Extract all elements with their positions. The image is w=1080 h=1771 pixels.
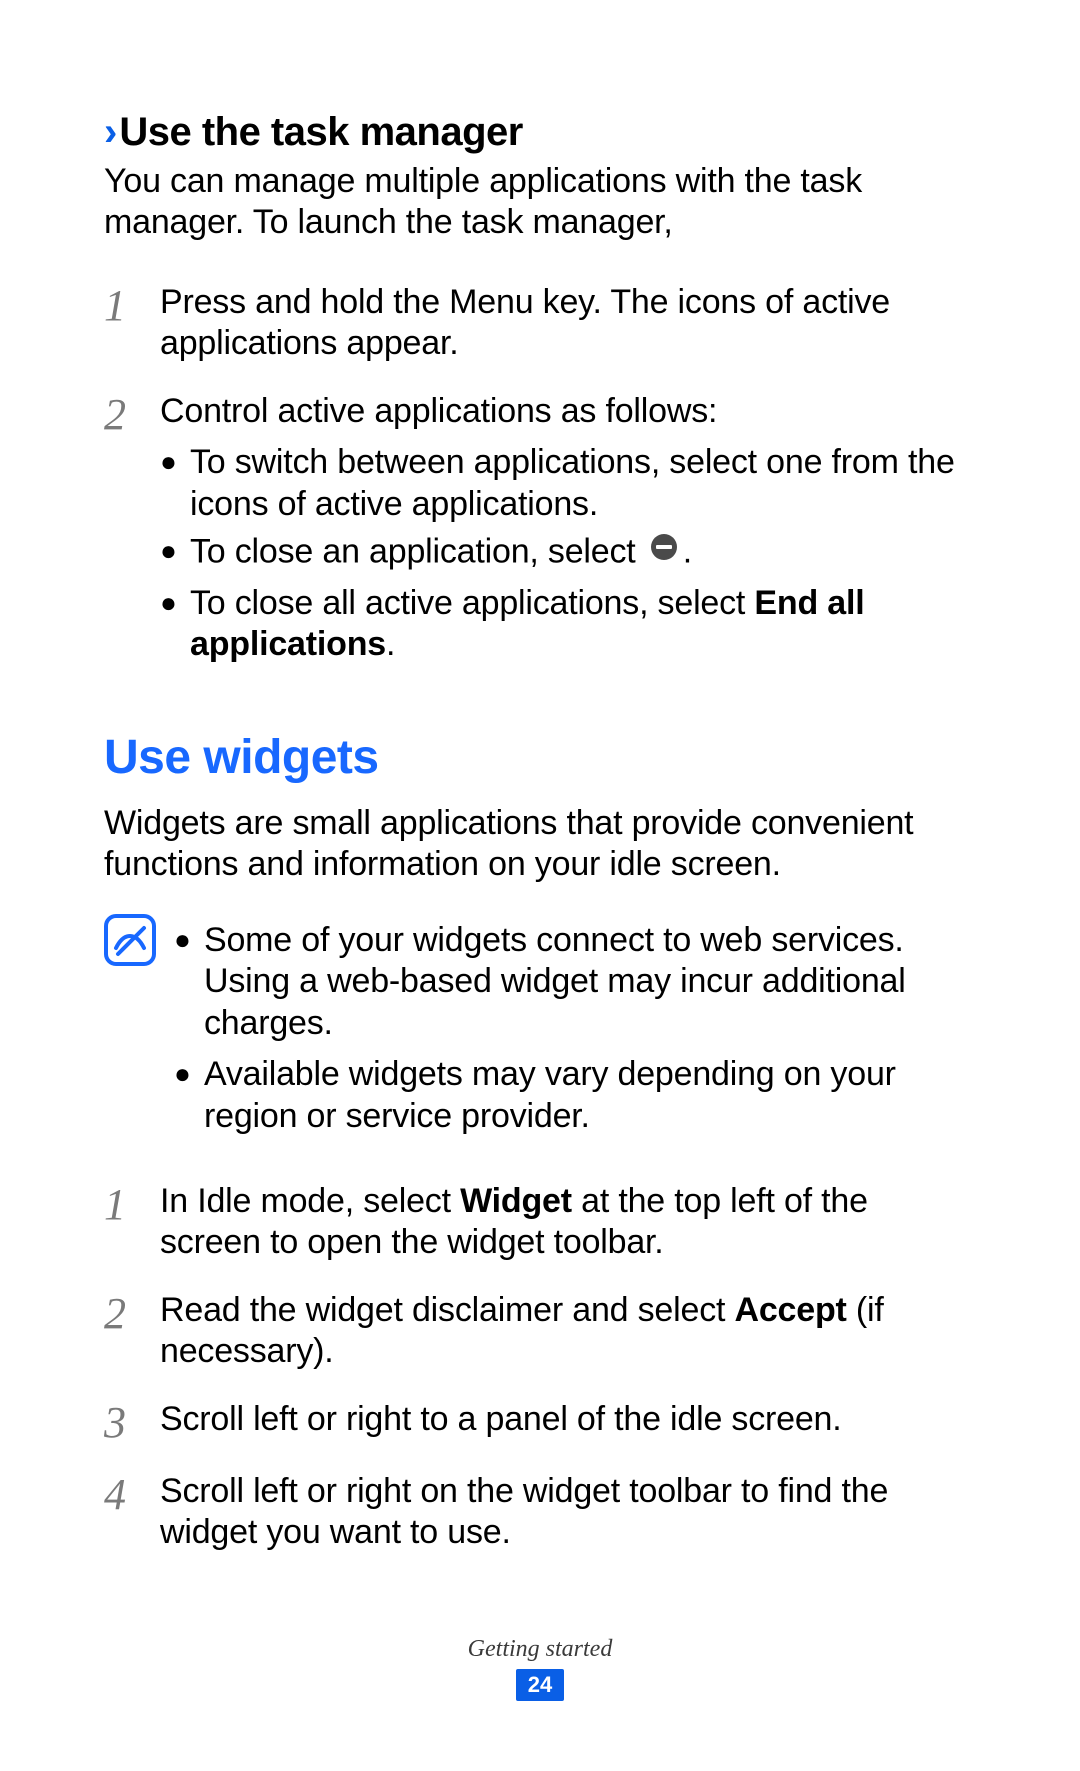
step-item: 1 In Idle mode, select Widget at the top… [104, 1181, 976, 1264]
footer-section-label: Getting started [0, 1636, 1080, 1663]
bullet-marker: ● [160, 531, 190, 572]
step-lead: Control active applications as follows: [160, 392, 717, 430]
bullet-item: ● Some of your widgets connect to web se… [174, 920, 976, 1044]
step-number: 3 [104, 1399, 160, 1445]
step-number: 2 [104, 391, 160, 437]
bullet-marker: ● [174, 1054, 204, 1095]
bullet-text-pre: To close an application, select [190, 533, 645, 571]
note-icon [104, 914, 160, 971]
subsection-title: Use the task manager [119, 110, 523, 154]
note-bullets: ● Some of your widgets connect to web se… [174, 914, 976, 1137]
step-item: 2 Control active applications as follows… [104, 391, 976, 666]
bullet-item: ● To close all active applications, sele… [160, 583, 976, 666]
bullet-text-post: . [386, 625, 395, 663]
step-item: 3 Scroll left or right to a panel of the… [104, 1399, 976, 1445]
step-item: 1 Press and hold the Menu key. The icons… [104, 282, 976, 365]
page-footer: Getting started 24 [0, 1636, 1080, 1701]
note-block: ● Some of your widgets connect to web se… [104, 914, 976, 1137]
step-text-pre: Read the widget disclaimer and select [160, 1291, 734, 1329]
step-number: 1 [104, 1181, 160, 1227]
step-item: 4 Scroll left or right on the widget too… [104, 1471, 976, 1554]
bullet-item: ● Available widgets may vary depending o… [174, 1054, 976, 1137]
subsection-heading: ›Use the task manager [104, 110, 976, 155]
bold-text: Accept [734, 1291, 846, 1329]
steps-list: 1 Press and hold the Menu key. The icons… [104, 282, 976, 666]
steps-list: 1 In Idle mode, select Widget at the top… [104, 1181, 976, 1554]
step-text: In Idle mode, select Widget at the top l… [160, 1181, 976, 1264]
chevron-icon: › [104, 110, 117, 154]
page-number-badge: 24 [516, 1669, 564, 1701]
step-body: Control active applications as follows: … [160, 391, 976, 666]
bullet-marker: ● [174, 920, 204, 961]
bullet-text: Some of your widgets connect to web serv… [204, 920, 976, 1044]
step-text: Read the widget disclaimer and select Ac… [160, 1290, 976, 1373]
intro-paragraph: You can manage multiple applications wit… [104, 161, 976, 244]
step-item: 2 Read the widget disclaimer and select … [104, 1290, 976, 1373]
bullet-item: ● To switch between applications, select… [160, 442, 976, 525]
step-text-pre: In Idle mode, select [160, 1182, 460, 1220]
bullet-item: ● To close an application, select . [160, 531, 976, 576]
step-text: Scroll left or right on the widget toolb… [160, 1471, 976, 1554]
section-heading: Use widgets [104, 730, 976, 785]
step-number: 1 [104, 282, 160, 328]
step-text: Press and hold the Menu key. The icons o… [160, 282, 976, 365]
manual-page: ›Use the task manager You can manage mul… [0, 0, 1080, 1771]
bullet-text-post: . [683, 533, 692, 571]
bullet-marker: ● [160, 442, 190, 483]
step-text: Scroll left or right to a panel of the i… [160, 1399, 976, 1440]
bullet-marker: ● [160, 583, 190, 624]
bullet-text-pre: To close all active applications, select [190, 584, 754, 622]
close-app-icon [649, 531, 679, 572]
step-number: 2 [104, 1290, 160, 1336]
bullet-list: ● To switch between applications, select… [160, 442, 976, 665]
bold-text: Widget [460, 1182, 572, 1220]
bullet-text: To close an application, select . [190, 531, 976, 576]
step-number: 4 [104, 1471, 160, 1517]
bullet-text: To close all active applications, select… [190, 583, 976, 666]
bullet-text: To switch between applications, select o… [190, 442, 976, 525]
intro-paragraph: Widgets are small applications that prov… [104, 803, 976, 886]
bullet-text: Available widgets may vary depending on … [204, 1054, 976, 1137]
